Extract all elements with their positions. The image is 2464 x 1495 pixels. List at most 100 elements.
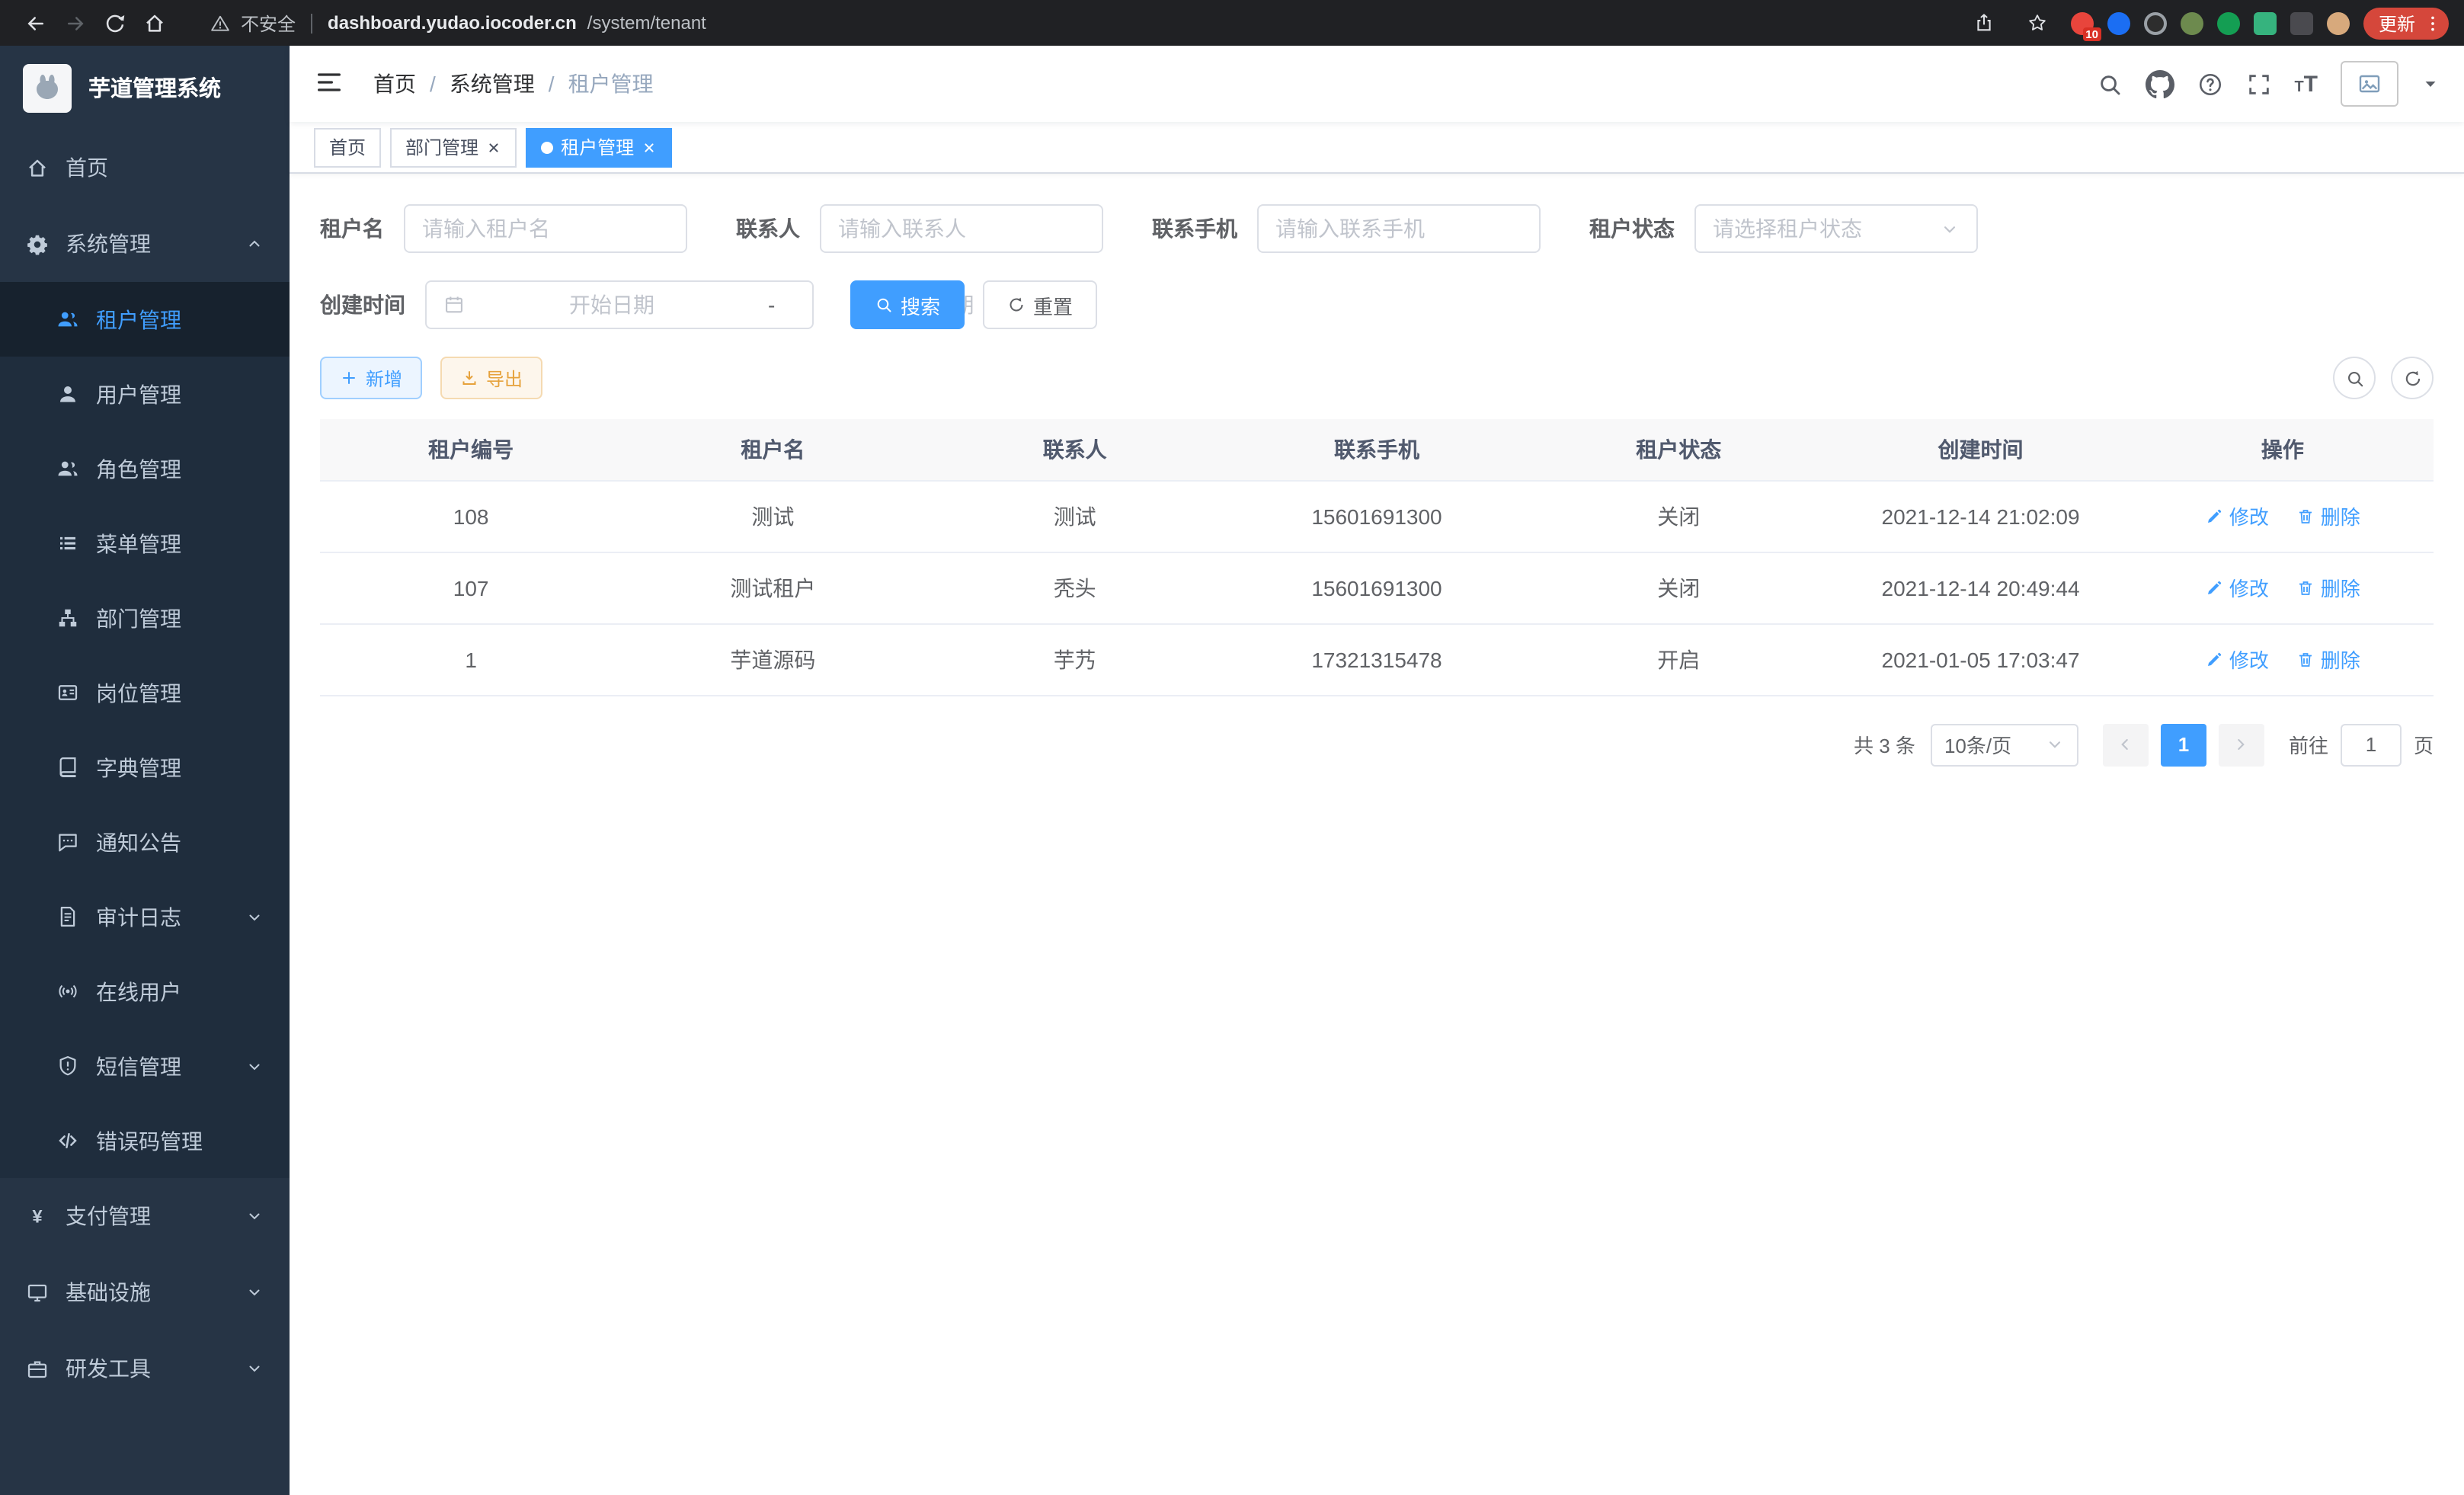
page-content: 租户名 联系人 联系手机 xyxy=(290,174,2464,1495)
sidebar-item-sms-management[interactable]: 短信管理 xyxy=(0,1029,290,1103)
cell-contact: 芋艿 xyxy=(924,623,1226,695)
avatar[interactable] xyxy=(2341,61,2398,107)
sidebar-item-audit-log[interactable]: 审计日志 xyxy=(0,879,290,954)
bookmark-star-icon[interactable] xyxy=(2018,3,2057,43)
comment-icon xyxy=(56,831,79,853)
sidebar-item-payment[interactable]: 支付管理 xyxy=(0,1178,290,1254)
extensions-puzzle-icon[interactable] xyxy=(2290,11,2313,34)
extension-icon[interactable] xyxy=(2217,11,2240,34)
edit-link[interactable]: 修改 xyxy=(2205,573,2269,602)
sidebar-item-dept-management[interactable]: 部门管理 xyxy=(0,581,290,655)
close-icon[interactable] xyxy=(486,139,501,155)
caret-down-icon[interactable] xyxy=(2421,75,2440,93)
add-button[interactable]: 新增 xyxy=(320,357,422,399)
tenant-name-input-native[interactable] xyxy=(422,216,669,241)
sidebar-item-post-management[interactable]: 岗位管理 xyxy=(0,655,290,730)
select-placeholder: 请选择租户状态 xyxy=(1713,213,1931,244)
reset-button[interactable]: 重置 xyxy=(983,280,1097,329)
sidebar-item-user-management[interactable]: 用户管理 xyxy=(0,357,290,431)
sidebar-item-system-management[interactable]: 系统管理 xyxy=(0,206,290,282)
sidebar-item-infrastructure[interactable]: 基础设施 xyxy=(0,1254,290,1330)
search-form-row-1: 租户名 联系人 联系手机 xyxy=(320,204,2434,253)
kebab-menu-icon[interactable] xyxy=(2423,13,2443,33)
extension-icon[interactable] xyxy=(2144,11,2167,34)
github-icon[interactable] xyxy=(2145,69,2174,98)
field-label: 租户状态 xyxy=(1589,213,1675,244)
delete-link[interactable]: 删除 xyxy=(2296,501,2360,530)
delete-link[interactable]: 删除 xyxy=(2296,645,2360,674)
export-button[interactable]: 导出 xyxy=(440,357,542,399)
extension-icon[interactable] xyxy=(2107,11,2130,34)
page-number-button[interactable]: 1 xyxy=(2161,723,2206,766)
chevron-down-icon xyxy=(245,1057,264,1075)
sidebar-item-label: 角色管理 xyxy=(96,453,181,484)
sidebar-item-menu-management[interactable]: 菜单管理 xyxy=(0,506,290,581)
start-date-input[interactable] xyxy=(474,293,750,317)
trash-icon xyxy=(2296,650,2315,668)
form-item-mobile: 联系手机 xyxy=(1152,204,1541,253)
page-unit-label: 页 xyxy=(2414,730,2434,759)
sidebar-item-label: 错误码管理 xyxy=(96,1125,203,1156)
profile-avatar-icon[interactable] xyxy=(2327,11,2350,34)
refresh-table-button[interactable] xyxy=(2391,357,2434,399)
prev-page-button[interactable] xyxy=(2103,723,2149,766)
sidebar-fold-icon[interactable] xyxy=(314,67,347,101)
sidebar-item-notice[interactable]: 通知公告 xyxy=(0,805,290,879)
form-item-status: 租户状态 请选择租户状态 xyxy=(1589,204,1978,253)
back-button[interactable] xyxy=(15,3,55,43)
cell-actions: 修改 删除 xyxy=(2132,623,2434,695)
toggle-search-button[interactable] xyxy=(2333,357,2376,399)
breadcrumb-item[interactable]: 系统管理 xyxy=(450,69,535,99)
fullscreen-icon[interactable] xyxy=(2245,71,2271,97)
sidebar-item-label: 审计日志 xyxy=(96,901,181,932)
extension-icon[interactable]: 10 xyxy=(2071,11,2094,34)
edit-link[interactable]: 修改 xyxy=(2205,501,2269,530)
page-size-select[interactable]: 10条/页 xyxy=(1931,723,2078,766)
search-icon[interactable] xyxy=(2096,71,2122,97)
search-button[interactable]: 搜索 xyxy=(850,280,965,329)
edit-icon xyxy=(2205,507,2223,525)
font-size-icon[interactable]: TT xyxy=(2294,72,2318,95)
sidebar-item-devtools[interactable]: 研发工具 xyxy=(0,1330,290,1407)
update-button[interactable]: 更新 xyxy=(2363,7,2449,39)
create-time-range-picker[interactable]: - xyxy=(425,280,814,329)
cell-tenant-name: 测试租户 xyxy=(622,552,923,623)
forward-button[interactable] xyxy=(55,3,94,43)
cell-actions: 修改 删除 xyxy=(2132,480,2434,552)
share-icon[interactable] xyxy=(1964,3,2004,43)
trash-icon xyxy=(2296,507,2315,525)
sidebar-item-dict-management[interactable]: 字典管理 xyxy=(0,730,290,805)
address-bar[interactable]: 不安全 dashboard.yudao.iocoder.cn/system/te… xyxy=(195,5,1943,41)
sidebar-item-online-users[interactable]: 在线用户 xyxy=(0,954,290,1029)
app-logo[interactable]: 芋道管理系统 xyxy=(0,46,290,130)
home-button[interactable] xyxy=(134,3,174,43)
next-page-button[interactable] xyxy=(2219,723,2264,766)
edit-link[interactable]: 修改 xyxy=(2205,645,2269,674)
contact-input-native[interactable] xyxy=(838,216,1085,241)
extension-icon[interactable] xyxy=(2181,11,2203,34)
export-button-label: 导出 xyxy=(486,365,523,391)
sidebar-item-error-code-management[interactable]: 错误码管理 xyxy=(0,1103,290,1178)
toolbox-icon xyxy=(26,1357,49,1380)
sidebar-item-label: 菜单管理 xyxy=(96,528,181,559)
sidebar-item-role-management[interactable]: 角色管理 xyxy=(0,431,290,506)
pagination: 共 3 条 10条/页 1 前往 页 xyxy=(320,723,2434,766)
reload-button[interactable] xyxy=(94,3,134,43)
delete-link[interactable]: 删除 xyxy=(2296,573,2360,602)
breadcrumb-item[interactable]: 首页 xyxy=(373,69,416,99)
search-icon xyxy=(2344,368,2364,388)
sidebar-item-home[interactable]: 首页 xyxy=(0,130,290,206)
cell-status: 关闭 xyxy=(1528,552,1829,623)
tag-tenant-management[interactable]: 租户管理 xyxy=(526,127,672,167)
tag-home[interactable]: 首页 xyxy=(314,127,381,167)
tag-dept-management[interactable]: 部门管理 xyxy=(390,127,517,167)
extension-icon[interactable] xyxy=(2254,11,2277,34)
goto-page-input[interactable] xyxy=(2341,723,2402,766)
sidebar-item-tenant-management[interactable]: 租户管理 xyxy=(0,282,290,357)
tenant-status-select[interactable]: 请选择租户状态 xyxy=(1694,204,1978,253)
close-icon[interactable] xyxy=(642,139,657,155)
table-row: 107 测试租户 秃头 15601691300 关闭 2021-12-14 20… xyxy=(320,552,2434,623)
help-icon[interactable] xyxy=(2197,71,2222,97)
url-domain: dashboard.yudao.iocoder.cn xyxy=(328,12,577,34)
mobile-input-native[interactable] xyxy=(1275,216,1522,241)
